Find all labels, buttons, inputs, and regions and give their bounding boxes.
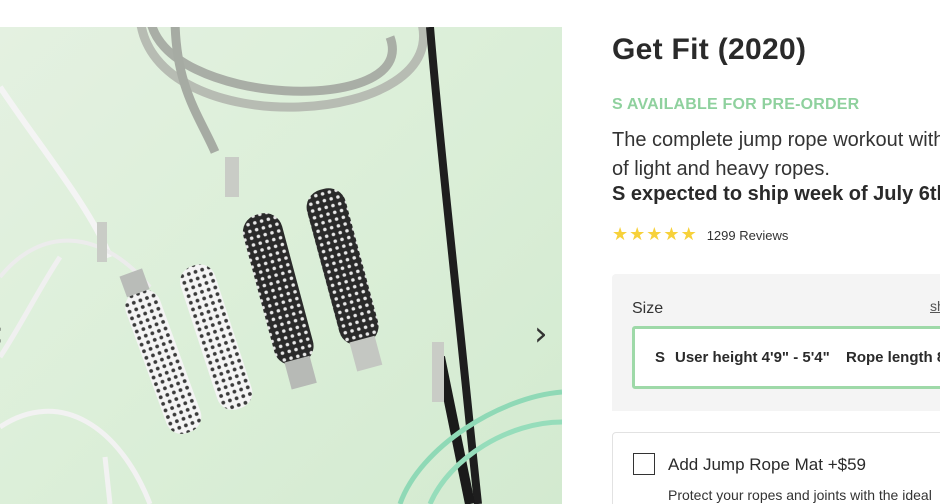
addon-checkbox[interactable] <box>633 453 655 475</box>
rope-length: Rope length 8 <box>846 349 940 366</box>
size-chart-link[interactable]: sh <box>930 298 940 314</box>
star-icon: ★ <box>680 224 697 245</box>
size-selector: Size sh S User height 4'9" - 5'4" Rope l… <box>612 274 940 411</box>
reviews-link[interactable]: 1299 Reviews <box>707 228 789 243</box>
rating-row[interactable]: ★ ★ ★ ★ ★ 1299 Reviews <box>612 226 788 244</box>
star-rating: ★ ★ ★ ★ ★ <box>612 226 698 244</box>
size-code: S <box>655 349 666 366</box>
product-image <box>0 27 562 504</box>
description-line-2: of light and heavy ropes. <box>612 158 830 180</box>
star-icon: ★ <box>646 224 663 245</box>
star-icon: ★ <box>629 224 646 245</box>
star-icon: ★ <box>612 224 629 245</box>
user-height: User height 4'9" - 5'4" <box>675 349 830 366</box>
chevron-left-icon[interactable]: ‹ <box>0 317 4 351</box>
product-info: Get Fit (2020) S AVAILABLE FOR PRE-ORDER… <box>612 0 940 504</box>
size-option-s[interactable]: S User height 4'9" - 5'4" Rope length 8 <box>632 326 940 389</box>
description-line-1: The complete jump rope workout with <box>612 129 940 151</box>
chevron-right-icon[interactable]: › <box>534 317 548 351</box>
product-description: The complete jump rope workout with of l… <box>612 126 940 184</box>
product-title: Get Fit (2020) <box>612 33 807 66</box>
size-label: Size <box>632 300 664 317</box>
star-icon: ★ <box>663 224 680 245</box>
availability-status: S AVAILABLE FOR PRE-ORDER <box>612 96 860 113</box>
product-image-gallery[interactable]: ‹ › <box>0 27 562 504</box>
shipping-note: S expected to ship week of July 6th. <box>612 183 940 205</box>
addon-label[interactable]: Add Jump Rope Mat +$59 <box>668 455 866 475</box>
addon-description: Protect your ropes and joints with the i… <box>668 487 932 503</box>
addon-jump-rope-mat: Add Jump Rope Mat +$59 Protect your rope… <box>612 432 940 504</box>
